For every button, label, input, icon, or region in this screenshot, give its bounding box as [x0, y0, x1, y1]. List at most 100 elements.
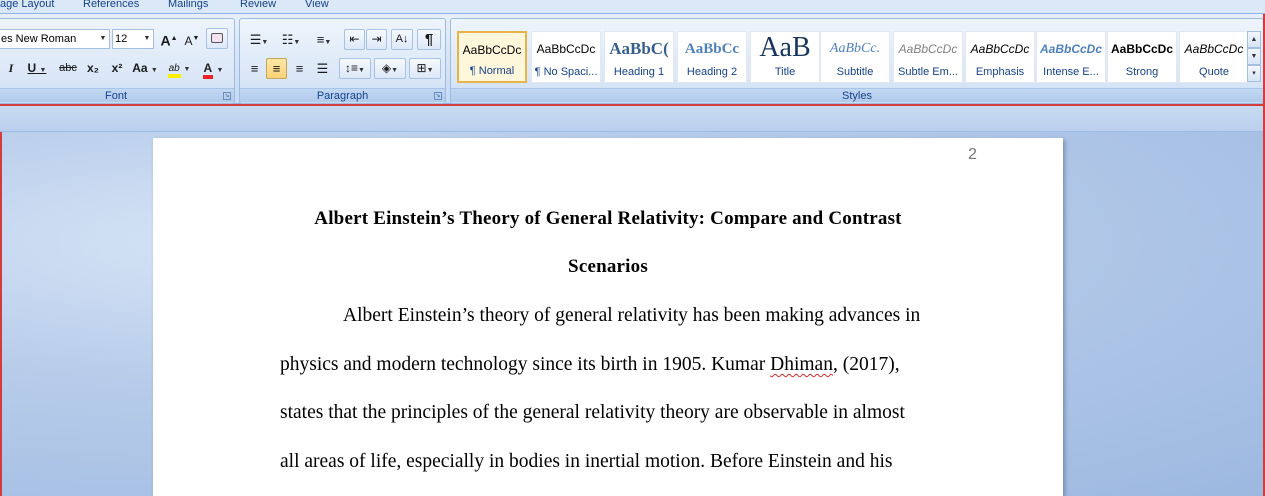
show-hide-button[interactable]: ¶ [417, 29, 441, 50]
paragraph-group-label: Paragraph [240, 88, 445, 102]
decrease-indent-button[interactable]: ⇤ [344, 29, 365, 50]
chevron-down-icon[interactable]: ▼ [40, 67, 47, 74]
chevron-down-icon[interactable]: ▼ [217, 67, 224, 74]
font-color-button[interactable]: A ▼ [198, 58, 228, 79]
style-no-spacing[interactable]: AaBbCcDc ¶ No Spaci... [531, 31, 601, 83]
align-left-icon: ≡ [250, 61, 259, 76]
sort-button[interactable]: A↓ [391, 29, 413, 50]
increase-indent-button[interactable]: ⇥ [366, 29, 387, 50]
clear-formatting-button[interactable] [206, 28, 228, 49]
styles-group-label: Styles [451, 88, 1263, 102]
window-border-left [0, 132, 2, 496]
chevron-down-icon[interactable]: ▼ [261, 39, 268, 46]
chevron-down-icon[interactable]: ▼ [293, 39, 300, 46]
align-right-button[interactable]: ≡ [289, 58, 310, 79]
multilevel-list-button[interactable]: ≡▼ [308, 29, 340, 50]
style-subtitle[interactable]: AaBbCc. Subtitle [820, 31, 890, 83]
document-page[interactable]: 2 Albert Einstein’s Theory of General Re… [153, 138, 1063, 496]
style-name: Title [774, 66, 796, 78]
shading-button[interactable]: ◈▼ [374, 58, 406, 79]
styles-group: AaBbCcDc ¶ Normal AaBbCcDc ¶ No Spaci...… [450, 18, 1264, 104]
style-name: Quote [1199, 66, 1229, 78]
justify-icon: ☰ [316, 61, 329, 76]
bullets-button[interactable]: ☰▼ [244, 29, 274, 50]
style-quote[interactable]: AaBbCcDc Quote [1179, 31, 1249, 83]
style-name: Heading 1 [613, 66, 665, 78]
style-normal[interactable]: AaBbCcDc ¶ Normal [457, 31, 527, 83]
italic-button[interactable]: I [2, 58, 20, 79]
style-subtle-emphasis[interactable]: AaBbCcDc Subtle Em... [893, 31, 963, 83]
dialog-launcher-icon[interactable]: ↘ [223, 92, 231, 100]
style-emphasis[interactable]: AaBbCcDc Emphasis [965, 31, 1035, 83]
style-intense-emphasis[interactable]: AaBbCcDc Intense E... [1036, 31, 1106, 83]
chevron-down-icon[interactable]: ▼ [427, 67, 434, 74]
shrink-font-icon: A [184, 34, 193, 48]
style-strong[interactable]: AaBbCcDc Strong [1107, 31, 1177, 83]
style-preview: AaBbCcDc [970, 42, 1030, 56]
tab-view[interactable]: View [305, 0, 329, 10]
italic-icon: I [8, 61, 14, 75]
chevron-down-icon[interactable]: ▼ [151, 67, 158, 74]
body-text: physics and modern technology since its … [280, 354, 771, 375]
scroll-down-icon[interactable]: ▼ [1247, 48, 1261, 65]
subscript-icon: x₂ [86, 61, 99, 75]
change-case-button[interactable]: Aa ▼ [130, 58, 160, 79]
align-left-button[interactable]: ≡ [244, 58, 265, 79]
font-color-icon: A [202, 61, 214, 79]
chevron-down-icon[interactable]: ▼ [141, 30, 153, 48]
tab-review[interactable]: Review [240, 0, 276, 10]
style-name: Subtle Em... [898, 66, 958, 78]
chevron-down-icon[interactable]: ▼ [391, 67, 398, 74]
underline-button[interactable]: U ▼ [22, 58, 52, 79]
style-preview: AaBbCcDc [462, 43, 522, 57]
font-size-value: 12 [115, 33, 128, 45]
body-line: physics and modern technology since its … [280, 354, 900, 376]
style-name: ¶ Normal [469, 65, 515, 77]
line-spacing-icon: ↕≡ [345, 61, 359, 75]
eraser-icon [211, 33, 223, 43]
style-preview: AaBbC( [609, 39, 669, 58]
style-heading-1[interactable]: AaBbC( Heading 1 [604, 31, 674, 83]
bullet-list-icon: ☰ [249, 32, 262, 47]
superscript-button[interactable]: x² [106, 58, 128, 79]
scroll-up-icon[interactable]: ▲ [1247, 31, 1261, 48]
style-title[interactable]: AaB Title [750, 31, 820, 83]
align-center-button[interactable]: ≡ [266, 58, 287, 79]
style-preview: AaBbCc [684, 41, 740, 57]
superscript-icon: x² [111, 61, 123, 75]
decrease-indent-icon: ⇤ [349, 32, 360, 46]
style-preview: AaBbCcDc [536, 42, 596, 56]
style-heading-2[interactable]: AaBbCc Heading 2 [677, 31, 747, 83]
numbering-button[interactable]: ☷▼ [276, 29, 306, 50]
font-name-combo[interactable]: es New Roman ▼ [0, 29, 110, 49]
font-group-label: Font [0, 88, 234, 102]
justify-button[interactable]: ☰ [312, 58, 333, 79]
style-name: Emphasis [975, 66, 1025, 78]
chevron-down-icon[interactable]: ▼ [183, 66, 190, 73]
paint-bucket-icon: ◈ [381, 61, 392, 75]
tab-references[interactable]: References [83, 0, 139, 10]
chevron-down-icon[interactable]: ▼ [358, 67, 365, 74]
paragraph-group: ☰▼ ☷▼ ≡▼ ⇤ ⇥ A↓ ¶ ≡ ≡ ≡ ☰ ↕≡▼ ◈▼ ⊞▼ Para… [239, 18, 446, 104]
tab-page-layout[interactable]: age Layout [0, 0, 54, 10]
spelling-error-word[interactable]: Dhiman [770, 354, 833, 375]
borders-button[interactable]: ⊞▼ [409, 58, 441, 79]
ribbon: es New Roman ▼ 12 ▼ A▲ A▼ I U ▼ abc x₂ x… [0, 14, 1265, 104]
border-grid-icon: ⊞ [416, 61, 427, 75]
subscript-button[interactable]: x₂ [82, 58, 104, 79]
line-spacing-button[interactable]: ↕≡▼ [339, 58, 371, 79]
grow-font-button[interactable]: A▲ [158, 28, 180, 49]
style-preview: AaBbCc. [829, 41, 881, 56]
shrink-font-button[interactable]: A▼ [181, 28, 203, 49]
document-title-line-1: Albert Einstein’s Theory of General Rela… [314, 208, 902, 229]
strikethrough-button[interactable]: abc [56, 58, 80, 79]
ribbon-tabs: age Layout References Mailings Review Vi… [0, 0, 1265, 14]
font-size-combo[interactable]: 12 ▼ [112, 29, 154, 49]
more-styles-icon[interactable]: ▾ [1247, 65, 1261, 82]
chevron-down-icon[interactable]: ▼ [324, 39, 331, 46]
style-name: ¶ No Spaci... [534, 66, 598, 78]
dialog-launcher-icon[interactable]: ↘ [434, 92, 442, 100]
chevron-down-icon[interactable]: ▼ [97, 30, 109, 48]
highlight-button[interactable]: ab ▼ [164, 58, 194, 79]
tab-mailings[interactable]: Mailings [168, 0, 208, 10]
